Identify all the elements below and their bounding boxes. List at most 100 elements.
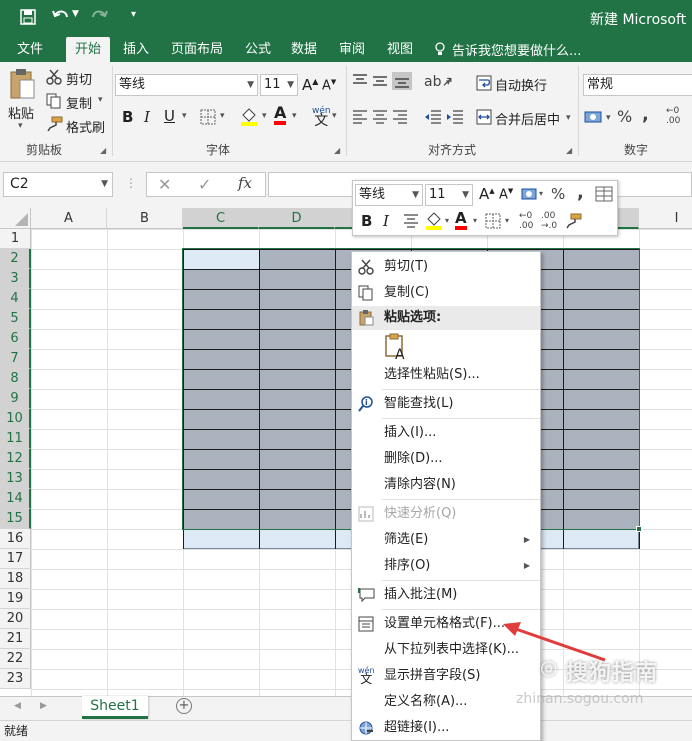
- select-all-corner[interactable]: [0, 208, 31, 229]
- mini-increase-font-icon[interactable]: A▲: [479, 185, 495, 203]
- column-header-d[interactable]: D: [259, 208, 335, 229]
- row-header-15[interactable]: 15: [0, 509, 31, 529]
- tab-insert[interactable]: 插入: [114, 37, 158, 62]
- tab-formulas[interactable]: 公式: [236, 37, 280, 62]
- align-center-icon[interactable]: [372, 110, 388, 124]
- row-header-20[interactable]: 20: [0, 609, 31, 629]
- row-header-13[interactable]: 13: [0, 469, 31, 489]
- name-box[interactable]: C2 ▼: [3, 172, 113, 197]
- mini-format-table-icon[interactable]: [595, 186, 613, 202]
- paste-dropdown-icon[interactable]: ▾: [18, 121, 23, 131]
- underline-dropdown-icon[interactable]: ▾: [182, 111, 187, 121]
- font-color-icon[interactable]: A: [274, 105, 287, 125]
- cancel-entry-icon[interactable]: ✕: [158, 175, 171, 194]
- font-size-combo[interactable]: 11 ▼: [260, 74, 298, 96]
- menu-insert-comment[interactable]: 插入批注(M): [352, 582, 540, 608]
- mini-accounting-dropdown-icon[interactable]: ▾: [539, 189, 543, 198]
- mini-increase-decimal-icon[interactable]: ←0.00: [519, 211, 533, 231]
- merge-dropdown-icon[interactable]: ▾: [566, 113, 571, 123]
- menu-filter[interactable]: 筛选(E) ▶: [352, 527, 540, 553]
- mini-font-combo[interactable]: 等线 ▼: [355, 184, 423, 206]
- chevron-down-icon[interactable]: ▼: [101, 173, 108, 196]
- fill-handle[interactable]: [636, 526, 642, 532]
- save-icon[interactable]: [20, 9, 36, 25]
- sheet-tab-sheet1[interactable]: Sheet1: [82, 696, 148, 719]
- wrap-text-icon[interactable]: [476, 75, 492, 91]
- align-middle-icon[interactable]: [372, 74, 388, 88]
- redo-icon[interactable]: [90, 8, 108, 24]
- merge-center-icon[interactable]: [476, 109, 492, 125]
- row-header-5[interactable]: 5: [0, 309, 31, 329]
- mini-decrease-decimal-icon[interactable]: .00 →.0: [541, 211, 557, 231]
- mini-font-color-icon[interactable]: A: [455, 210, 467, 230]
- mini-center-icon[interactable]: [403, 214, 419, 228]
- paste-keep-source-icon[interactable]: A: [384, 333, 408, 361]
- row-header-4[interactable]: 4: [0, 289, 31, 309]
- row-header-10[interactable]: 10: [0, 409, 31, 429]
- undo-dropdown-icon[interactable]: ▼: [72, 9, 79, 19]
- font-name-combo[interactable]: 等线 ▼: [115, 74, 258, 96]
- orientation-dropdown-icon[interactable]: ▾: [446, 78, 451, 88]
- cut-button[interactable]: 剪切: [66, 69, 92, 88]
- tab-file[interactable]: 文件: [8, 37, 52, 62]
- menu-sort[interactable]: 排序(O) ▶: [352, 553, 540, 579]
- wrap-text-button[interactable]: 自动换行: [495, 75, 547, 94]
- mini-borders-dropdown-icon[interactable]: ▾: [505, 216, 509, 225]
- row-header-3[interactable]: 3: [0, 269, 31, 289]
- alignment-launcher-icon[interactable]: ◢: [566, 146, 572, 155]
- menu-quick-analysis[interactable]: 快速分析(Q): [352, 501, 540, 527]
- mini-accounting-icon[interactable]: [521, 187, 539, 201]
- decrease-indent-icon[interactable]: [424, 110, 442, 124]
- font-launcher-icon[interactable]: ◢: [334, 146, 340, 155]
- phonetic-icon[interactable]: wén 文: [312, 106, 331, 128]
- percent-icon[interactable]: %: [617, 107, 632, 126]
- increase-indent-icon[interactable]: [446, 110, 464, 124]
- menu-clear-contents[interactable]: 清除内容(N): [352, 472, 540, 498]
- paste-icon[interactable]: [8, 68, 36, 100]
- mini-size-combo[interactable]: 11 ▼: [425, 184, 473, 206]
- format-painter-icon[interactable]: [46, 116, 64, 132]
- row-header-11[interactable]: 11: [0, 429, 31, 449]
- menu-hyperlink[interactable]: 超链接(I)...: [352, 715, 540, 741]
- menu-insert[interactable]: 插入(I)...: [352, 420, 540, 446]
- column-header-b[interactable]: B: [107, 208, 183, 229]
- increase-font-icon[interactable]: A▲: [302, 76, 318, 94]
- accounting-dropdown-icon[interactable]: ▾: [606, 113, 611, 123]
- row-header-8[interactable]: 8: [0, 369, 31, 389]
- insert-function-icon[interactable]: fx: [238, 174, 252, 192]
- borders-dropdown-icon[interactable]: ▾: [220, 111, 225, 121]
- mini-fill-dropdown-icon[interactable]: ▾: [445, 216, 449, 225]
- row-header-1[interactable]: 1: [0, 229, 31, 249]
- increase-decimal-icon[interactable]: ←0.00: [666, 106, 680, 126]
- mini-bold-icon[interactable]: B: [361, 212, 372, 230]
- accounting-format-icon[interactable]: [584, 109, 604, 125]
- align-bottom-icon[interactable]: [392, 72, 412, 90]
- row-header-12[interactable]: 12: [0, 449, 31, 469]
- enter-check-icon[interactable]: ✓: [198, 175, 211, 194]
- mini-decrease-font-icon[interactable]: A▼: [499, 187, 513, 202]
- customize-qat-icon[interactable]: ▾: [131, 9, 136, 20]
- row-header-18[interactable]: 18: [0, 569, 31, 589]
- tab-data[interactable]: 数据: [282, 37, 326, 62]
- mini-font-color-dropdown-icon[interactable]: ▾: [473, 216, 477, 225]
- italic-icon[interactable]: I: [144, 108, 150, 126]
- align-top-icon[interactable]: [352, 74, 368, 88]
- align-left-icon[interactable]: [352, 110, 368, 124]
- align-right-icon[interactable]: [392, 110, 408, 124]
- menu-smart-lookup[interactable]: i 智能查找(L): [352, 391, 540, 417]
- mini-fill-color-icon[interactable]: [425, 211, 443, 231]
- menu-paste-special[interactable]: 选择性粘贴(S)...: [352, 362, 540, 388]
- row-header-23[interactable]: 23: [0, 669, 31, 689]
- menu-cut[interactable]: 剪切(T): [352, 254, 540, 280]
- comma-style-icon[interactable]: ,: [642, 104, 649, 125]
- number-format-combo[interactable]: 常规: [583, 74, 692, 96]
- column-header-a[interactable]: A: [31, 208, 107, 229]
- borders-icon[interactable]: [200, 109, 216, 125]
- menu-delete[interactable]: 删除(D)...: [352, 446, 540, 472]
- paste-button[interactable]: 粘贴: [8, 103, 34, 122]
- mini-format-painter-icon[interactable]: [565, 213, 583, 229]
- tab-home[interactable]: 开始: [66, 37, 111, 62]
- column-header-i[interactable]: I: [639, 208, 692, 229]
- merge-center-button[interactable]: 合并后居中: [495, 109, 560, 128]
- undo-icon[interactable]: [52, 8, 70, 24]
